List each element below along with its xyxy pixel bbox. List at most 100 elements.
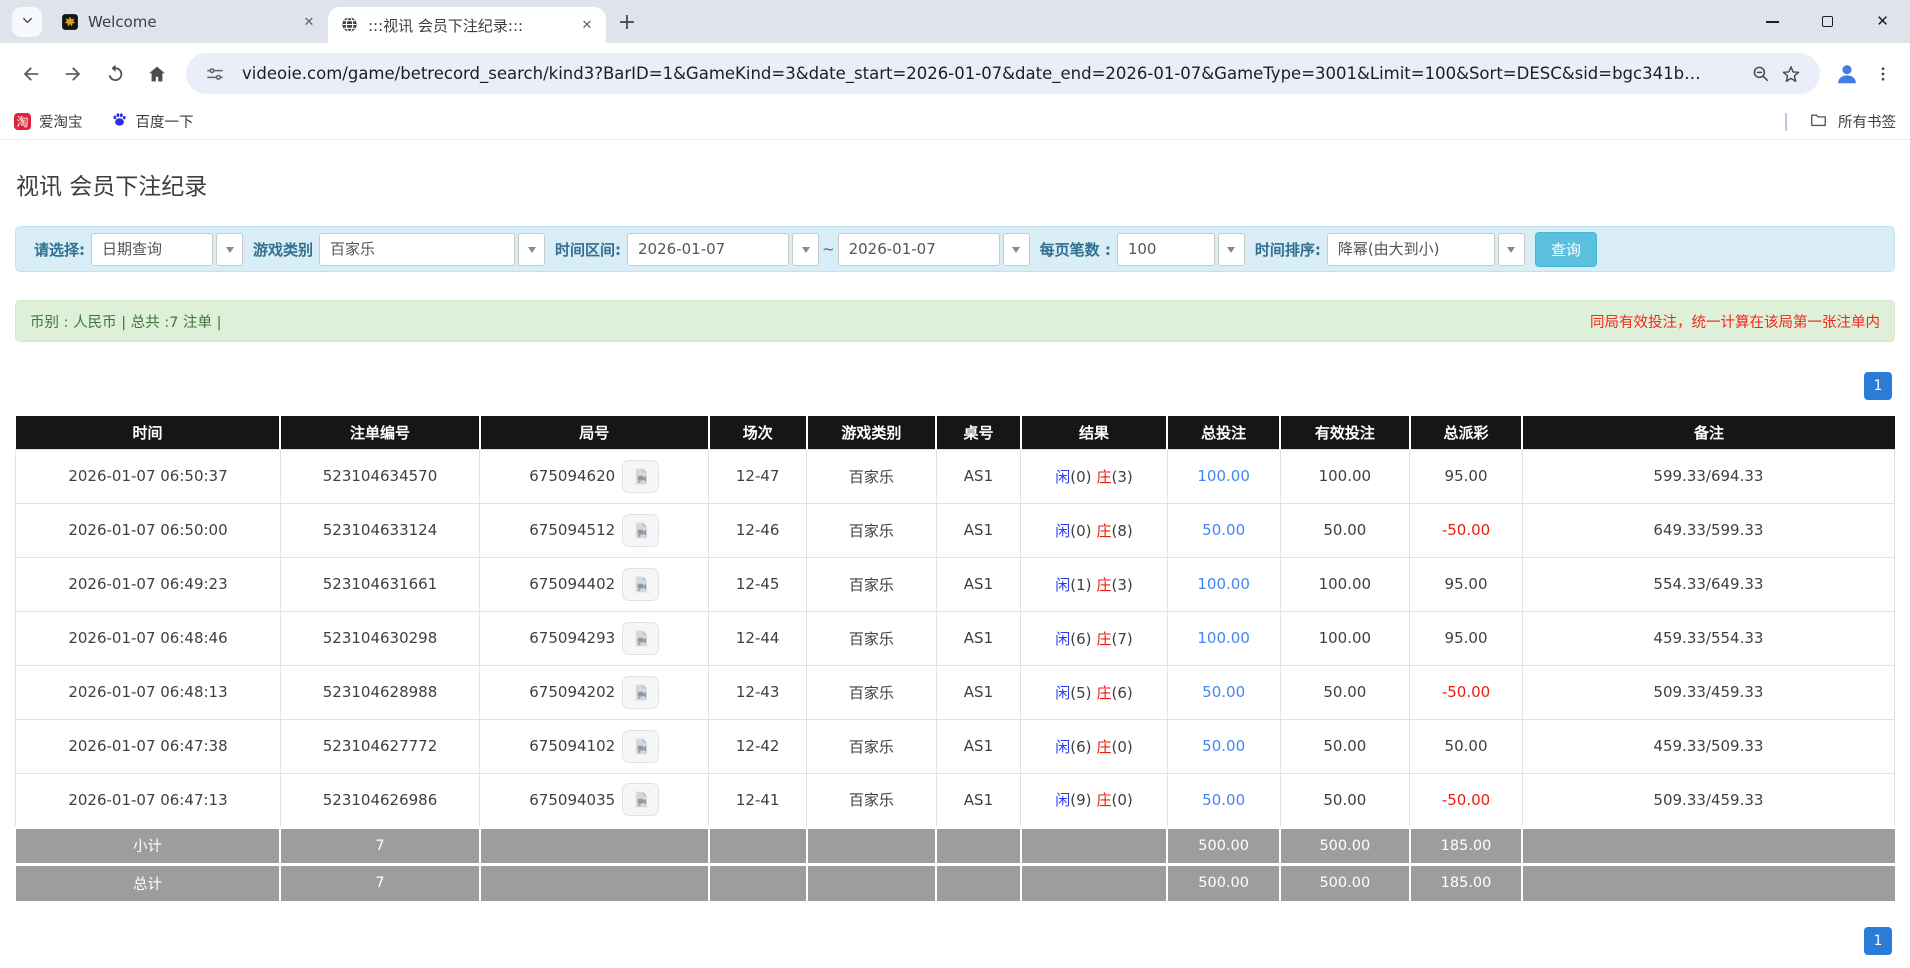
reload-button[interactable]	[94, 53, 136, 95]
banker-result: 庄	[1096, 629, 1112, 648]
close-icon[interactable]: ✕	[300, 13, 318, 31]
date-end-value[interactable]: 2026-01-07	[837, 232, 1000, 266]
subtotal-payout: 185.00	[1408, 825, 1523, 864]
dropdown-arrow-icon[interactable]	[216, 232, 243, 266]
tab-welcome[interactable]: Welcome ✕	[48, 4, 328, 40]
bet-id: 523104626986	[279, 772, 481, 828]
profile-avatar[interactable]	[1828, 55, 1866, 93]
tab-title: Welcome	[88, 13, 157, 31]
back-button[interactable]	[10, 53, 52, 95]
total-bet-link[interactable]: 100.00	[1166, 448, 1281, 504]
subtotal-valid-bet: 500.00	[1279, 825, 1410, 864]
per-page-value[interactable]: 100	[1116, 232, 1215, 266]
welcome-favicon-icon	[60, 12, 80, 32]
video-replay-button[interactable]	[622, 729, 660, 763]
game-type: 百家乐	[806, 718, 937, 774]
payout: -50.00	[1409, 772, 1523, 828]
dropdown-arrow-icon[interactable]	[518, 232, 546, 266]
query-type-select[interactable]: 日期查询	[91, 232, 243, 266]
url-text[interactable]: videoie.com/game/betrecord_search/kind3?…	[242, 64, 1746, 83]
game-type: 百家乐	[806, 502, 937, 558]
tab-betrecord[interactable]: :::视讯 会员下注纪录::: ✕	[328, 7, 606, 43]
total-bet-link[interactable]: 50.00	[1166, 718, 1281, 774]
window-maximize-button[interactable]	[1800, 0, 1855, 43]
total-bet-link[interactable]: 100.00	[1166, 610, 1281, 666]
subtotal-label: 小计	[15, 825, 281, 864]
total-bet-link[interactable]: 50.00	[1166, 772, 1281, 828]
round-cell: 675094202	[479, 664, 710, 720]
dropdown-arrow-icon[interactable]	[1217, 232, 1245, 266]
dropdown-arrow-icon[interactable]	[1002, 232, 1030, 266]
total-bet-link[interactable]: 50.00	[1166, 502, 1281, 558]
home-button[interactable]	[136, 53, 178, 95]
col-note: 备注	[1521, 416, 1895, 449]
search-button[interactable]: 查询	[1534, 231, 1597, 267]
valid-bet: 50.00	[1279, 772, 1411, 828]
total-bet-link[interactable]: 100.00	[1166, 556, 1281, 612]
video-replay-button[interactable]	[622, 567, 660, 601]
window-close-button[interactable]: ✕	[1855, 0, 1910, 43]
kebab-menu-icon	[1881, 66, 1885, 81]
browser-menu-button[interactable]	[1866, 55, 1900, 93]
query-type-value[interactable]: 日期查询	[91, 232, 213, 266]
video-replay-button[interactable]	[622, 513, 660, 547]
date-start-select[interactable]: 2026-01-07	[627, 232, 820, 266]
zoom-out-icon[interactable]	[1746, 59, 1776, 89]
all-bookmarks[interactable]: 所有书签	[1785, 110, 1896, 133]
game-type-select[interactable]: 百家乐	[319, 232, 546, 266]
bookmarks-bar: 淘 爱淘宝 百度一下 所有书签	[0, 104, 1910, 140]
bet-time: 2026-01-07 06:47:13	[15, 772, 281, 828]
col-table: 桌号	[935, 416, 1021, 449]
page-1-button[interactable]: 1	[1864, 372, 1892, 400]
session: 12-46	[708, 502, 808, 558]
total-bet-link[interactable]: 50.00	[1166, 664, 1281, 720]
video-replay-button[interactable]	[622, 621, 660, 655]
valid-bet: 50.00	[1279, 718, 1411, 774]
tab-search-button[interactable]	[12, 7, 42, 37]
video-replay-button[interactable]	[622, 459, 660, 493]
valid-bet: 100.00	[1279, 610, 1411, 666]
round-number: 675094293	[529, 629, 616, 647]
video-replay-button[interactable]	[622, 675, 660, 709]
sort-select[interactable]: 降幂(由大到小)	[1326, 232, 1525, 266]
page-1-button[interactable]: 1	[1864, 927, 1892, 955]
table-row: 2026-01-07 06:50:00 523104633124 6750945…	[15, 502, 1896, 558]
round-cell: 675094102	[479, 718, 710, 774]
date-range-label: 时间区间:	[555, 240, 622, 259]
table-row: 2026-01-07 06:49:23 523104631661 6750944…	[15, 556, 1896, 612]
bookmark-star-icon[interactable]	[1776, 59, 1806, 89]
bet-id: 523104627772	[279, 718, 481, 774]
bet-id: 523104634570	[279, 448, 481, 504]
close-icon[interactable]: ✕	[578, 16, 596, 34]
player-result: 闲	[1055, 575, 1071, 594]
note: 509.33/459.33	[1521, 772, 1896, 828]
forward-button[interactable]	[52, 53, 94, 95]
bookmark-taobao[interactable]: 淘 爱淘宝	[14, 111, 83, 132]
banker-result: 庄	[1096, 467, 1112, 486]
window-minimize-button[interactable]	[1745, 0, 1800, 43]
table-row: 2026-01-07 06:47:13 523104626986 6750940…	[15, 772, 1896, 828]
table-number: AS1	[935, 718, 1022, 774]
table-number: AS1	[935, 610, 1022, 666]
new-tab-button[interactable]: +	[612, 7, 642, 37]
dropdown-arrow-icon[interactable]	[1497, 232, 1525, 266]
date-end-select[interactable]: 2026-01-07	[837, 232, 1030, 266]
game-type-value[interactable]: 百家乐	[319, 232, 516, 266]
per-page-select[interactable]: 100	[1116, 232, 1245, 266]
session: 12-44	[708, 610, 808, 666]
payout: -50.00	[1409, 664, 1523, 720]
bookmark-baidu[interactable]: 百度一下	[111, 111, 194, 132]
url-bar[interactable]: videoie.com/game/betrecord_search/kind3?…	[186, 53, 1820, 94]
video-replay-button[interactable]	[622, 783, 660, 816]
table-row: 2026-01-07 06:48:13 523104628988 6750942…	[15, 664, 1896, 720]
total-valid-bet: 500.00	[1279, 862, 1410, 901]
bet-id: 523104633124	[279, 502, 481, 558]
back-arrow-icon	[23, 66, 39, 81]
video-file-icon	[635, 684, 648, 700]
date-start-value[interactable]: 2026-01-07	[627, 232, 790, 266]
taobao-icon: 淘	[14, 113, 31, 130]
site-settings-icon[interactable]	[200, 59, 230, 89]
sort-value[interactable]: 降幂(由大到小)	[1326, 232, 1495, 266]
dropdown-arrow-icon[interactable]	[792, 232, 820, 266]
date-range-tilde: ~	[822, 240, 835, 258]
